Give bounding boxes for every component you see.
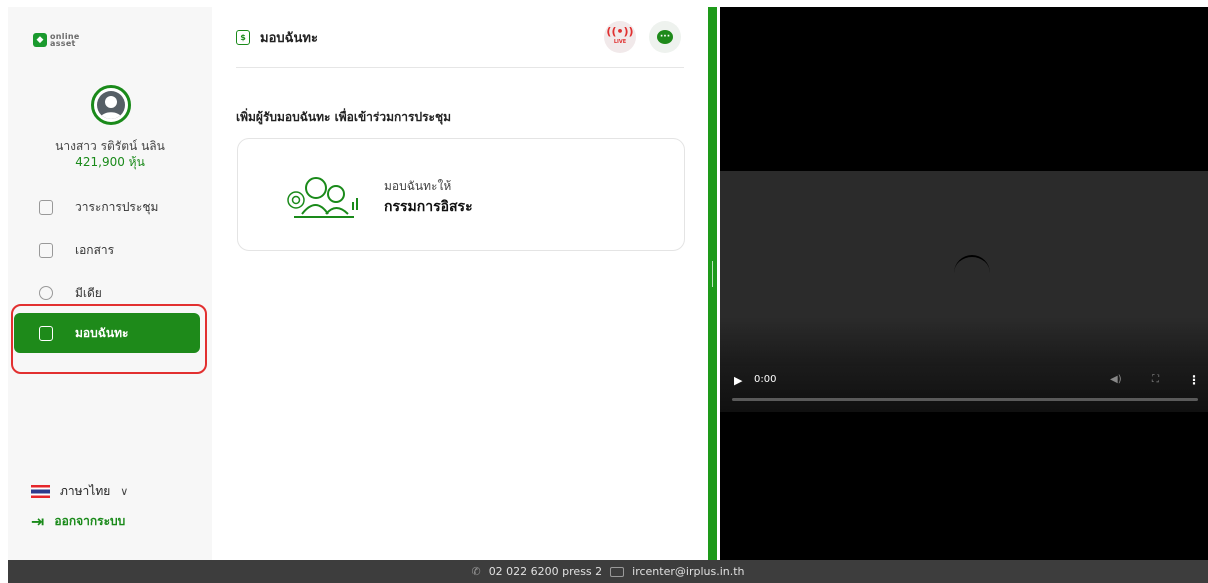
more-options-icon[interactable]: ⋮: [1188, 373, 1200, 387]
footer-phone: 02 022 6200 press 2: [488, 565, 603, 578]
logo-mark-icon: ◆: [33, 33, 47, 47]
user-shares: 421,900 หุ้น: [75, 155, 145, 169]
play-circle-icon: [39, 286, 53, 300]
sidebar: ◆ online asset นางสาว รติรัตน์ นลิน 421,…: [8, 7, 212, 560]
divider: [236, 67, 684, 68]
live-label: LIVE: [613, 39, 627, 45]
phone-icon: ✆: [471, 565, 481, 578]
chevron-down-icon: ∨: [120, 485, 129, 498]
folder-icon: [39, 242, 53, 258]
footer-email[interactable]: ircenter@irplus.in.th: [632, 565, 744, 578]
video-time: 0:00: [754, 374, 777, 385]
sidebar-item-label: วาระการประชุม: [75, 199, 159, 214]
logout-button[interactable]: ⇥ ออกจากระบบ: [31, 512, 125, 531]
independent-directors-illustration-icon: [284, 176, 366, 220]
proxy-document-icon: $: [236, 30, 250, 45]
logout-icon: ⇥: [31, 512, 45, 531]
proxy-option-card[interactable]: มอบฉันทะให้ กรรมการอิสระ: [237, 138, 685, 251]
sidebar-item-agenda[interactable]: วาระการประชุม: [14, 187, 200, 227]
logo-text: online asset: [50, 32, 80, 48]
video-progress-bar[interactable]: [732, 398, 1198, 401]
avatar[interactable]: [91, 85, 131, 125]
main-panel: $ มอบฉันทะ ((•)) LIVE ··· เพิ่มผู้รับมอบ…: [212, 7, 706, 560]
page-header: $ มอบฉันทะ: [236, 27, 318, 48]
logo: ◆ online asset: [33, 32, 80, 48]
video-player[interactable]: ▶ 0:00 ◀) ⛶ ⋮: [720, 7, 1208, 560]
chat-bubble-icon: ···: [657, 30, 673, 44]
sidebar-item-documents[interactable]: เอกสาร: [14, 230, 200, 270]
live-button[interactable]: ((•)) LIVE: [604, 21, 636, 53]
live-broadcast-icon: ((•)): [606, 25, 634, 38]
logout-label: ออกจากระบบ: [54, 514, 126, 528]
footer: ✆ 02 022 6200 press 2 ircenter@irplus.in…: [8, 560, 1208, 583]
page-title: มอบฉันทะ: [260, 31, 318, 46]
sidebar-item-label: เอกสาร: [75, 242, 115, 257]
video-controls: ▶ 0:00 ◀) ⛶ ⋮: [720, 366, 1208, 412]
resize-grip-icon: [712, 261, 713, 287]
card-title: กรรมการอิสระ: [384, 199, 473, 215]
chat-button[interactable]: ···: [649, 21, 681, 53]
video-frame: [720, 171, 1208, 366]
section-subtitle: เพิ่มผู้รับมอบฉันทะ เพื่อเข้าร่วมการประช…: [236, 110, 452, 124]
language-selector[interactable]: ภาษาไทย ∨: [31, 482, 128, 501]
card-caption: มอบฉันทะให้: [384, 179, 452, 193]
user-silhouette-icon: [97, 91, 125, 119]
agenda-icon: [39, 199, 53, 215]
thai-flag-icon: [31, 485, 50, 498]
fullscreen-icon[interactable]: ⛶: [1152, 374, 1159, 385]
loading-spinner-icon: [954, 255, 990, 291]
panel-resize-handle[interactable]: [706, 7, 719, 560]
sidebar-item-label: มีเดีย: [75, 285, 102, 300]
play-icon[interactable]: ▶: [734, 374, 742, 387]
mail-icon: [610, 566, 625, 577]
volume-icon[interactable]: ◀): [1110, 374, 1122, 385]
highlight-annotation: [11, 304, 207, 374]
language-label: ภาษาไทย: [60, 484, 111, 498]
